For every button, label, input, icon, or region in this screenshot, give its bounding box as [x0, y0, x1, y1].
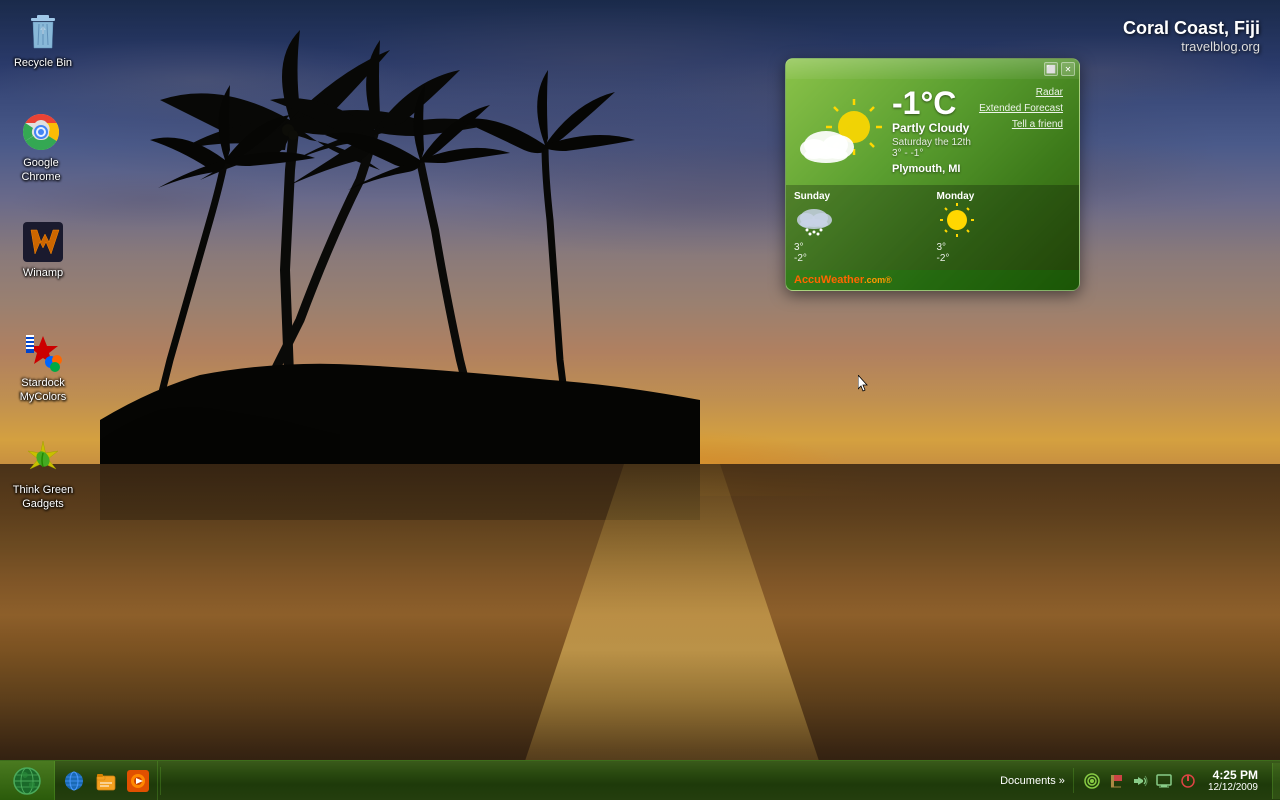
widget-footer: AccuWeather.com® [786, 270, 1079, 290]
weather-condition: Partly Cloudy [892, 121, 971, 135]
stardock-mycolors-icon[interactable]: StardockMyColors [8, 328, 78, 409]
forecast-sunday-name: Sunday [794, 191, 929, 202]
media-player-quicklaunch[interactable] [123, 766, 153, 796]
forecast-monday-name: Monday [937, 191, 1072, 202]
temperature-display: -1°C [892, 87, 971, 119]
clock[interactable]: 4:25 PM 12/12/2009 [1202, 768, 1264, 793]
widget-body: -1°C Partly Cloudy Saturday the 12th 3° … [786, 79, 1079, 185]
chrome-image [21, 112, 61, 152]
documents-label[interactable]: Documents » [992, 775, 1073, 787]
weather-icon-area [794, 87, 884, 177]
widget-close-button[interactable]: ✕ [1061, 62, 1075, 76]
weather-location: Plymouth, MI [892, 163, 971, 175]
stardock-image [23, 332, 63, 372]
system-tray: 4:25 PM 12/12/2009 [1073, 768, 1272, 793]
winamp-label: Winamp [12, 266, 74, 280]
forecast-sunday: Sunday 3° -2° [794, 191, 929, 264]
forecast-row: Sunday 3° -2° [786, 185, 1079, 270]
desktop: Coral Coast, Fiji travelblog.org Recycle… [0, 0, 1280, 800]
network-icon[interactable] [1082, 771, 1102, 791]
widget-titlebar: ⬜ ✕ [786, 59, 1079, 79]
palm-silhouette [100, 20, 700, 520]
tell-friend-link[interactable]: Tell a friend [979, 117, 1063, 133]
forecast-sunday-high: 3° [794, 242, 929, 253]
thinkgreen-label: Think GreenGadgets [12, 483, 74, 512]
ie-quicklaunch[interactable] [59, 766, 89, 796]
think-green-icon[interactable]: Think GreenGadgets [8, 435, 78, 516]
quick-launch [55, 761, 158, 800]
location-text: Coral Coast, Fiji travelblog.org [1123, 18, 1260, 54]
location-source: travelblog.org [1123, 39, 1260, 54]
flag-icon[interactable] [1106, 771, 1126, 791]
radar-link[interactable]: Radar [979, 85, 1063, 101]
recycle-bin-image [23, 12, 63, 52]
speaker-icon[interactable] [1130, 771, 1150, 791]
widget-links: Radar Extended Forecast Tell a friend [979, 85, 1071, 177]
forecast-monday-low: -2° [937, 253, 1072, 264]
show-desktop-button[interactable] [1272, 763, 1280, 799]
forecast-monday: Monday 3° -2° [937, 191, 1072, 264]
clock-time: 4:25 PM [1208, 768, 1258, 782]
stardock-label: StardockMyColors [12, 376, 74, 405]
weather-date: Saturday the 12th [892, 137, 971, 148]
google-chrome-icon[interactable]: GoogleChrome [6, 108, 76, 189]
chrome-label: GoogleChrome [10, 156, 72, 185]
winamp-icon[interactable]: Winamp [8, 218, 78, 284]
recycle-bin-label: Recycle Bin [12, 56, 74, 70]
temp-range: 3° - -1° [892, 148, 971, 159]
taskbar: Documents » [0, 760, 1280, 800]
accuweather-logo: AccuWeather.com® [794, 274, 892, 286]
taskbar-separator [160, 767, 161, 795]
extended-forecast-link[interactable]: Extended Forecast [979, 101, 1063, 117]
start-button[interactable] [0, 761, 55, 800]
forecast-monday-high: 3° [937, 242, 1072, 253]
weather-info: -1°C Partly Cloudy Saturday the 12th 3° … [892, 87, 971, 177]
clock-date: 12/12/2009 [1208, 782, 1258, 793]
thinkgreen-image [23, 439, 63, 479]
recycle-bin-icon[interactable]: Recycle Bin [8, 8, 78, 74]
forecast-sunday-low: -2° [794, 253, 929, 264]
winamp-image [23, 222, 63, 262]
widget-restore-button[interactable]: ⬜ [1044, 62, 1058, 76]
location-name: Coral Coast, Fiji [1123, 18, 1260, 39]
weather-widget: ⬜ ✕ [785, 58, 1080, 291]
power-icon[interactable] [1178, 771, 1198, 791]
explorer-quicklaunch[interactable] [91, 766, 121, 796]
display-icon[interactable] [1154, 771, 1174, 791]
